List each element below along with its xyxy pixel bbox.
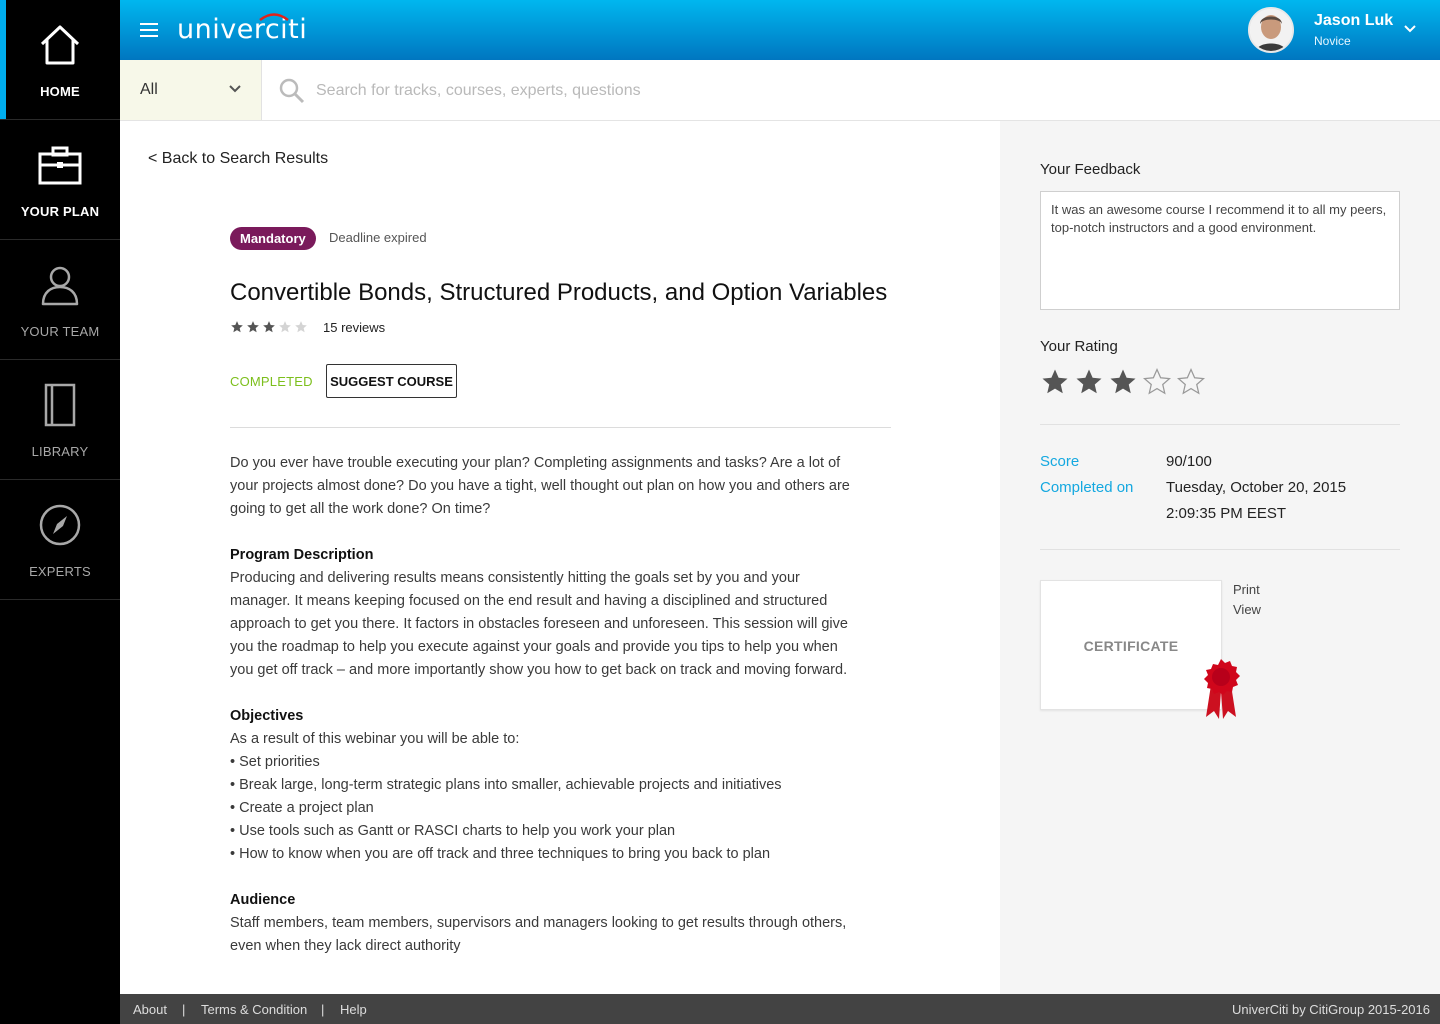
completion-status: COMPLETED: [230, 374, 313, 389]
sidebar-item-library[interactable]: LIBRARY: [0, 360, 120, 480]
suggest-course-button[interactable]: SUGGEST COURSE: [326, 364, 457, 398]
sidebar-item-your-team[interactable]: YOUR TEAM: [0, 240, 120, 360]
logo-text-end: i: [299, 14, 308, 45]
search-icon[interactable]: [278, 77, 306, 105]
completed-label: Completed on: [1040, 479, 1134, 496]
star-icon: [247, 321, 259, 333]
list-item: • Use tools such as Gantt or RASCI chart…: [230, 823, 676, 839]
completed-date: Tuesday, October 20, 2015: [1166, 479, 1347, 496]
feedback-panel: Your Feedback It was an awesome course I…: [1000, 121, 1440, 994]
sidebar-item-label: YOUR TEAM: [20, 324, 100, 339]
sidebar-item-home[interactable]: HOME: [0, 0, 120, 120]
briefcase-icon: [37, 142, 83, 188]
search-filter-dropdown[interactable]: All: [120, 60, 262, 120]
rating-stars: [1040, 367, 1206, 397]
back-to-results-link[interactable]: < Back to Search Results: [148, 150, 328, 168]
ribbon-seal-icon: [1204, 659, 1240, 719]
audience-heading: Audience: [230, 892, 296, 908]
intro-text: Do you ever have trouble executing your …: [230, 455, 850, 517]
course-description: Do you ever have trouble executing your …: [230, 452, 850, 958]
completed-time: 2:09:35 PM EEST: [1166, 505, 1287, 522]
search-bar: All: [120, 60, 1440, 121]
sidebar-item-label: HOME: [40, 84, 80, 99]
search-input[interactable]: [316, 74, 1316, 108]
view-certificate-link[interactable]: View: [1233, 602, 1261, 617]
filter-value: All: [140, 81, 158, 98]
avatar[interactable]: [1248, 7, 1294, 53]
home-icon: [37, 22, 83, 68]
feedback-textarea[interactable]: It was an awesome course I recommend it …: [1040, 191, 1400, 310]
certificate-label: CERTIFICATE: [1083, 638, 1179, 654]
star-empty-icon: [279, 321, 291, 333]
footer-help-link[interactable]: Help: [340, 1002, 367, 1017]
star-icon: [231, 321, 243, 333]
logo-arc-icon: [259, 13, 289, 21]
book-icon: [37, 382, 83, 428]
reviews-count[interactable]: 15 reviews: [323, 320, 385, 335]
footer: About | Terms & Condition | Help UniverC…: [120, 994, 1440, 1024]
feedback-label: Your Feedback: [1040, 161, 1141, 178]
mandatory-badge: Mandatory: [230, 227, 316, 250]
score-label: Score: [1040, 453, 1080, 470]
course-rating: [230, 320, 308, 334]
star-empty-icon: [295, 321, 307, 333]
program-text: Producing and delivering results means c…: [230, 570, 848, 678]
footer-about-link[interactable]: About: [133, 1002, 167, 1017]
sidebar-item-label: EXPERTS: [29, 564, 91, 579]
footer-separator: |: [321, 1002, 325, 1017]
course-detail: < Back to Search Results Mandatory Deadl…: [120, 121, 1000, 994]
list-item: • Create a project plan: [230, 800, 374, 816]
star-icon[interactable]: [1074, 367, 1104, 397]
print-certificate-link[interactable]: Print: [1233, 582, 1260, 597]
page-title: Convertible Bonds, Structured Products, …: [230, 279, 888, 306]
star-icon: [263, 321, 275, 333]
footer-separator: |: [182, 1002, 186, 1017]
footer-copyright: UniverCiti by CitiGroup 2015-2016: [1232, 1002, 1430, 1017]
objectives-intro: As a result of this webinar you will be …: [230, 731, 520, 747]
user-icon: [37, 262, 83, 308]
footer-terms-link[interactable]: Terms & Condition: [201, 1002, 307, 1017]
sidebar-nav: HOME YOUR PLAN YOUR TEAM LIBRARY EXPERTS: [0, 0, 120, 1024]
rating-label: Your Rating: [1040, 338, 1118, 355]
chevron-down-icon: [229, 85, 241, 93]
menu-icon[interactable]: [140, 23, 158, 37]
user-name[interactable]: Jason Luk: [1314, 12, 1393, 30]
star-empty-icon[interactable]: [1142, 367, 1172, 397]
star-empty-icon[interactable]: [1176, 367, 1206, 397]
star-icon[interactable]: [1040, 367, 1070, 397]
sidebar-item-label: YOUR PLAN: [20, 204, 100, 219]
divider: [1040, 549, 1400, 550]
list-item: • How to know when you are off track and…: [230, 846, 771, 862]
list-item: • Set priorities: [230, 754, 320, 770]
audience-text: Staff members, team members, supervisors…: [230, 915, 847, 954]
sidebar-item-your-plan[interactable]: YOUR PLAN: [0, 120, 120, 240]
compass-icon: [37, 502, 83, 548]
divider: [1040, 424, 1400, 425]
star-icon[interactable]: [1108, 367, 1138, 397]
program-heading: Program Description: [230, 547, 374, 563]
chevron-down-icon[interactable]: [1403, 24, 1417, 34]
user-level: Novice: [1314, 34, 1351, 48]
divider: [230, 427, 891, 428]
objectives-heading: Objectives: [230, 708, 304, 724]
top-header: univerciti Jason Luk Novice: [120, 0, 1440, 60]
certificate-card[interactable]: CERTIFICATE: [1040, 580, 1222, 710]
score-value: 90/100: [1166, 453, 1212, 470]
sidebar-item-label: LIBRARY: [31, 444, 89, 459]
list-item: • Break large, long-term strategic plans…: [230, 777, 782, 793]
sidebar-item-experts[interactable]: EXPERTS: [0, 480, 120, 600]
deadline-status: Deadline expired: [329, 230, 427, 245]
